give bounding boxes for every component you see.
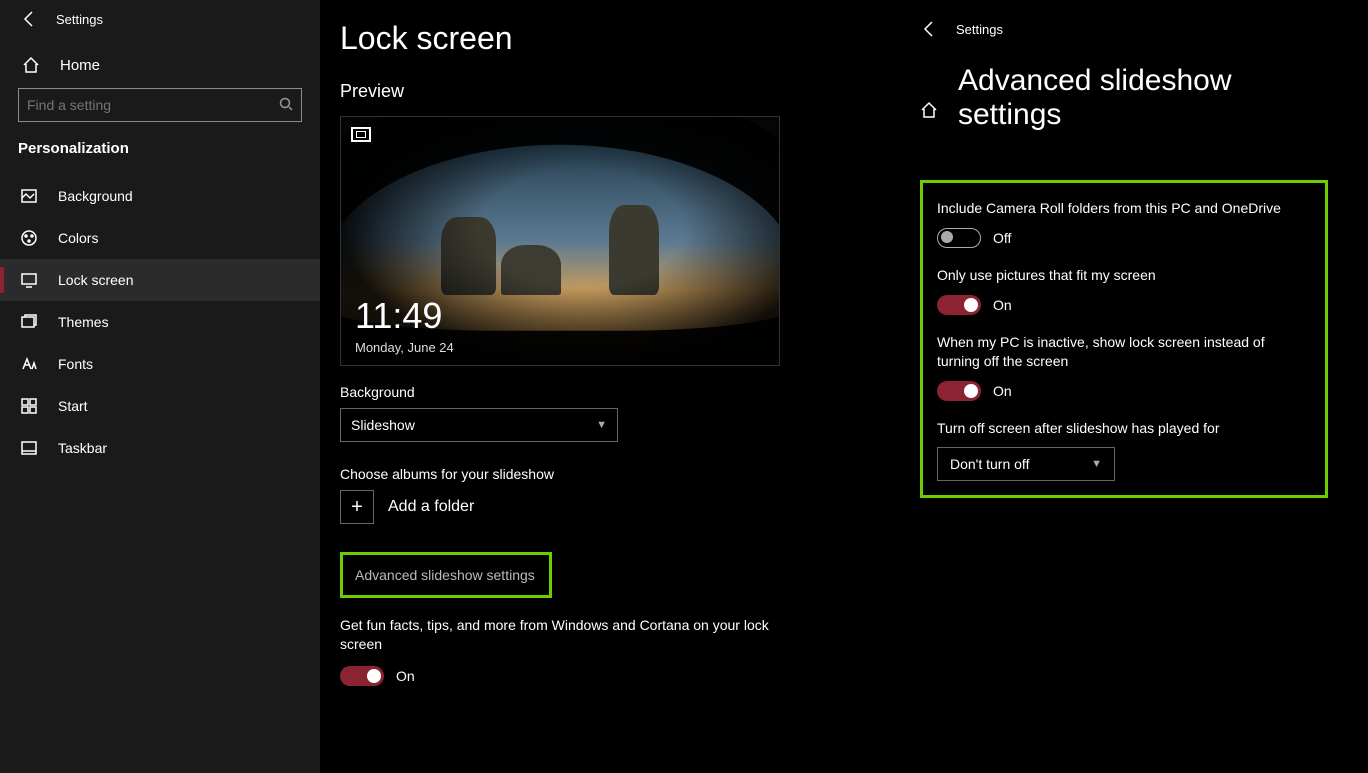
app-title: Settings bbox=[956, 22, 1003, 37]
themes-icon bbox=[20, 313, 38, 331]
fit-screen-label: Only use pictures that fit my screen bbox=[937, 266, 1311, 285]
background-label: Background bbox=[340, 384, 900, 400]
inactive-state: On bbox=[993, 383, 1012, 399]
topbar: Settings bbox=[0, 0, 320, 38]
turn-off-label: Turn off screen after slideshow has play… bbox=[937, 419, 1311, 438]
dropdown-value: Slideshow bbox=[351, 417, 415, 433]
page-title: Lock screen bbox=[340, 20, 900, 57]
taskbar-icon bbox=[20, 439, 38, 457]
start-icon bbox=[20, 397, 38, 415]
plus-icon: + bbox=[340, 490, 374, 524]
home-icon[interactable] bbox=[920, 101, 938, 119]
nav-label: Fonts bbox=[58, 356, 93, 372]
app-title: Settings bbox=[56, 12, 103, 27]
main: Lock screen Preview 11:49 Monday, June 2… bbox=[320, 0, 1368, 773]
tips-toggle[interactable] bbox=[340, 666, 384, 686]
gallery-icon bbox=[351, 127, 371, 142]
advanced-pane: Settings Advanced slideshow settings Inc… bbox=[920, 20, 1328, 773]
tips-label: Get fun facts, tips, and more from Windo… bbox=[340, 616, 770, 654]
search-icon[interactable] bbox=[279, 97, 293, 114]
advanced-slideshow-link[interactable]: Advanced slideshow settings bbox=[340, 552, 552, 598]
home-icon bbox=[22, 56, 40, 74]
nav-label: Colors bbox=[58, 230, 98, 246]
preview-date: Monday, June 24 bbox=[355, 340, 454, 355]
page-title: Advanced slideshow settings bbox=[958, 64, 1328, 132]
home-button[interactable]: Home bbox=[0, 38, 320, 88]
sidebar-item-taskbar[interactable]: Taskbar bbox=[0, 427, 320, 469]
back-icon[interactable] bbox=[20, 10, 38, 28]
inactive-toggle[interactable] bbox=[937, 381, 981, 401]
sidebar-item-start[interactable]: Start bbox=[0, 385, 320, 427]
home-label: Home bbox=[60, 57, 100, 74]
sidebar-item-lock-screen[interactable]: Lock screen bbox=[0, 259, 320, 301]
colors-icon bbox=[20, 229, 38, 247]
add-folder-button[interactable]: + Add a folder bbox=[340, 490, 900, 524]
camera-roll-state: Off bbox=[993, 230, 1011, 246]
camera-roll-label: Include Camera Roll folders from this PC… bbox=[937, 199, 1311, 218]
advanced-settings-box: Include Camera Roll folders from this PC… bbox=[920, 180, 1328, 498]
lock-screen-icon bbox=[20, 271, 38, 289]
chevron-down-icon: ▼ bbox=[1091, 458, 1102, 470]
fit-screen-toggle[interactable] bbox=[937, 295, 981, 315]
inactive-label: When my PC is inactive, show lock screen… bbox=[937, 333, 1311, 371]
preview-image: 11:49 Monday, June 24 bbox=[340, 116, 780, 366]
nav-label: Background bbox=[58, 188, 133, 204]
fonts-icon bbox=[20, 355, 38, 373]
right-topbar: Settings bbox=[920, 20, 1328, 64]
lock-screen-pane: Lock screen Preview 11:49 Monday, June 2… bbox=[340, 20, 900, 773]
nav-label: Lock screen bbox=[58, 272, 133, 288]
fit-screen-state: On bbox=[993, 297, 1012, 313]
sidebar-item-themes[interactable]: Themes bbox=[0, 301, 320, 343]
dropdown-value: Don't turn off bbox=[950, 456, 1029, 472]
search-box[interactable] bbox=[18, 88, 302, 122]
nav-label: Start bbox=[58, 398, 88, 414]
back-icon[interactable] bbox=[920, 20, 938, 38]
chevron-down-icon: ▼ bbox=[596, 419, 607, 431]
preview-label: Preview bbox=[340, 81, 900, 102]
add-folder-label: Add a folder bbox=[388, 498, 474, 516]
search-input[interactable] bbox=[27, 97, 279, 113]
section-label: Personalization bbox=[0, 140, 320, 175]
preview-clock: 11:49 bbox=[355, 295, 442, 337]
sidebar-item-colors[interactable]: Colors bbox=[0, 217, 320, 259]
background-dropdown[interactable]: Slideshow ▼ bbox=[340, 408, 618, 442]
turn-off-dropdown[interactable]: Don't turn off ▼ bbox=[937, 447, 1115, 481]
camera-roll-toggle[interactable] bbox=[937, 228, 981, 248]
sidebar-item-background[interactable]: Background bbox=[0, 175, 320, 217]
sidebar: Settings Home Personalization Background… bbox=[0, 0, 320, 773]
albums-label: Choose albums for your slideshow bbox=[340, 466, 900, 482]
tips-state: On bbox=[396, 668, 415, 684]
nav-label: Themes bbox=[58, 314, 109, 330]
nav-label: Taskbar bbox=[58, 440, 107, 456]
sidebar-item-fonts[interactable]: Fonts bbox=[0, 343, 320, 385]
background-icon bbox=[20, 187, 38, 205]
